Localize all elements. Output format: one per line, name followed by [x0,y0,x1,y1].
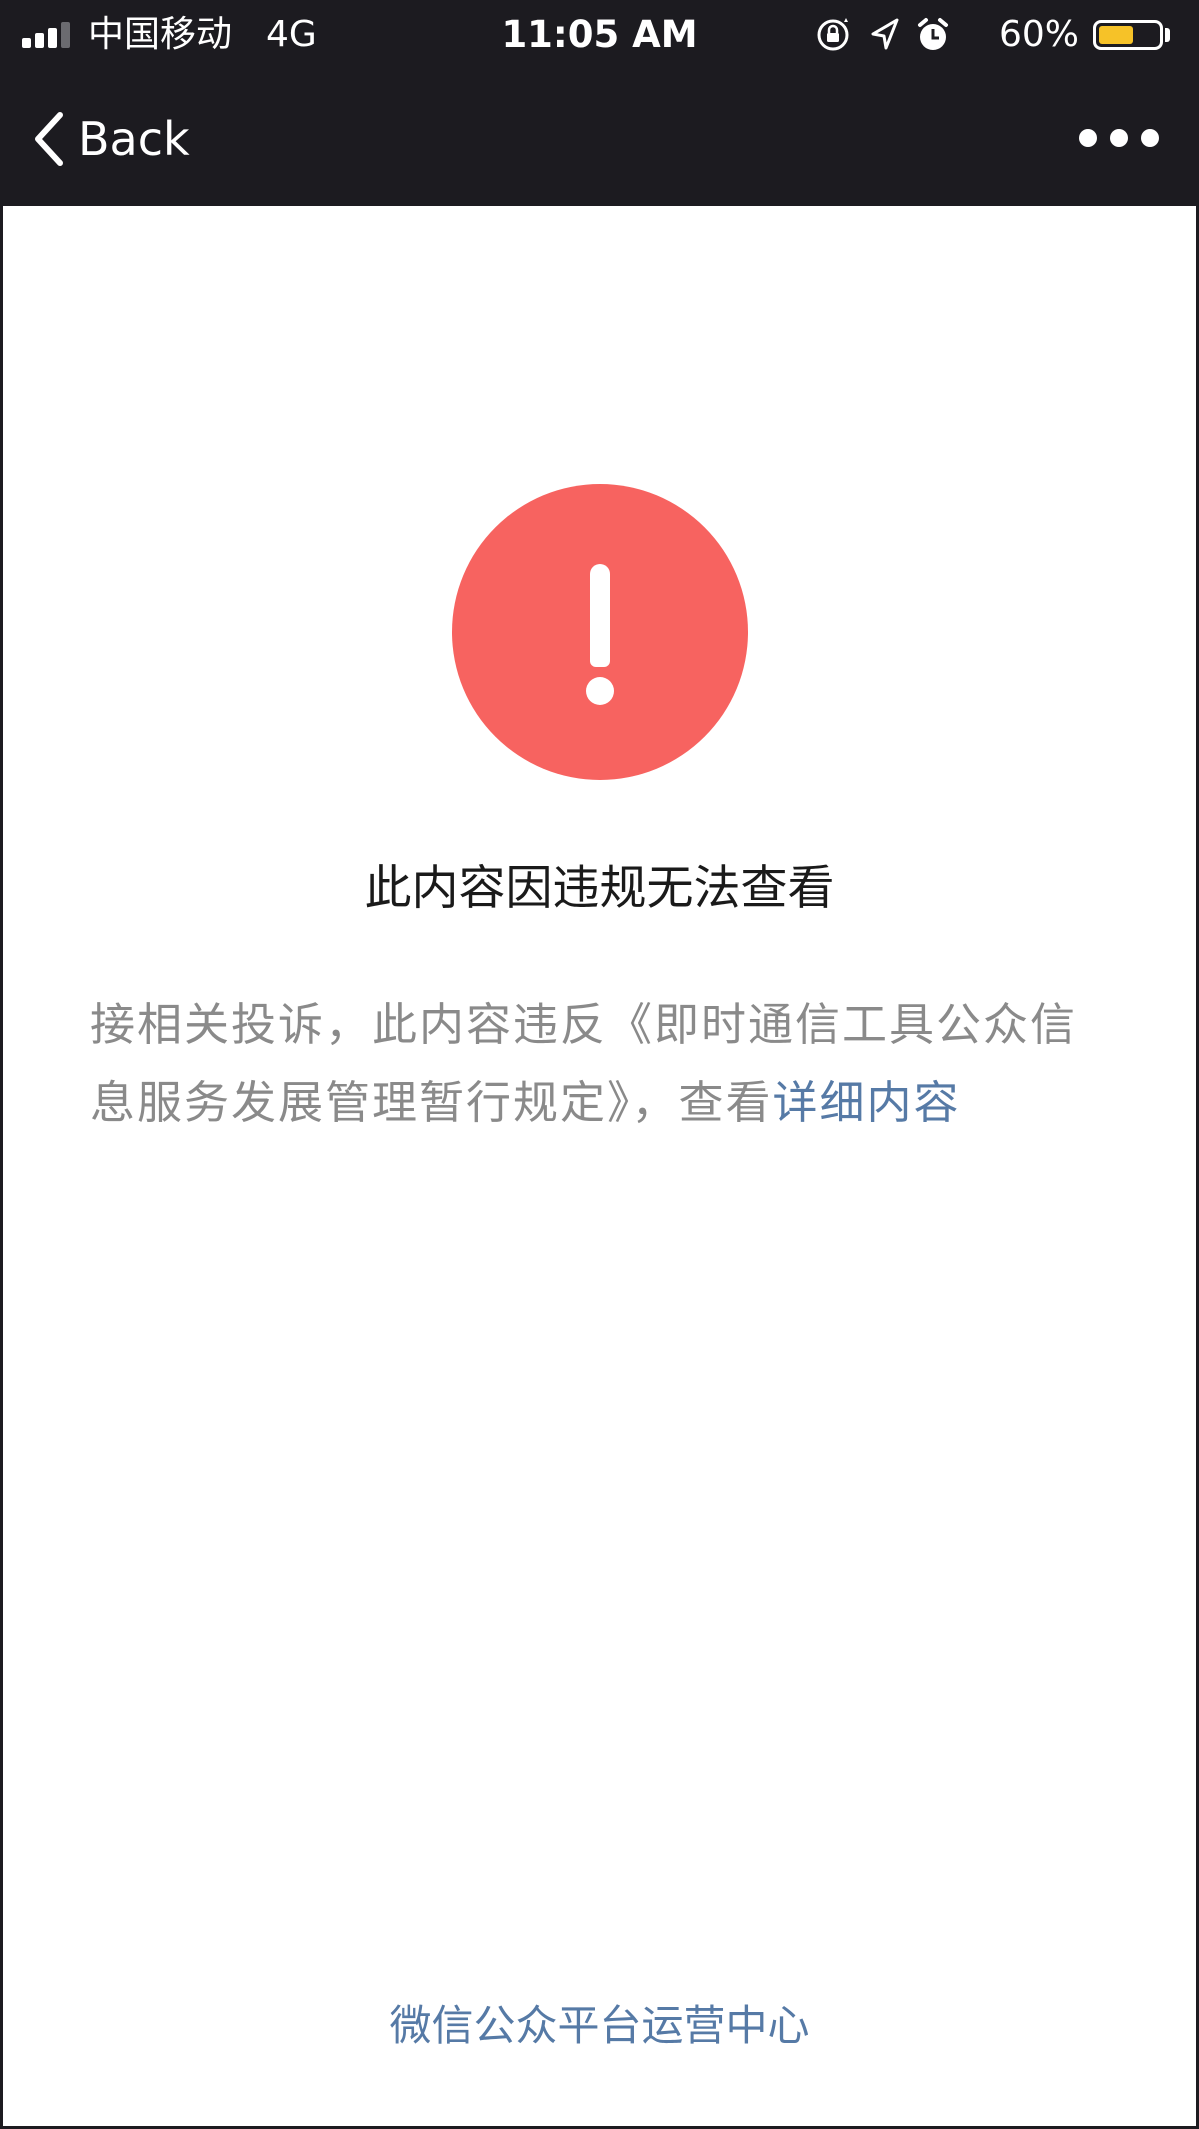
footer-link[interactable]: 微信公众平台运营中心 [0,1996,1199,2056]
location-arrow-icon [871,18,899,50]
back-label: Back [78,112,190,166]
exclamation-bar [590,564,610,667]
status-indicators: 60% [815,12,1175,58]
exclamation-circle-icon [452,484,748,780]
details-link[interactable]: 详细内容 [773,1076,961,1129]
violation-description: 接相关投诉，此内容违反《即时通信工具公众信息服务发展管理暂行规定》，查看详细内容 [90,986,1110,1142]
chevron-left-icon [35,112,63,166]
more-icon[interactable] [1079,118,1159,158]
back-button[interactable]: Back [32,104,190,174]
exclamation-dot [586,677,614,705]
status-bar: 中国移动 4G 11:05 AM 60% [0,0,1199,70]
battery-percent: 60% [998,14,1079,55]
top-bar: 中国移动 4G 11:05 AM 60% Back [0,0,1199,206]
blocked-content-page: 此内容因违规无法查看 接相关投诉，此内容违反《即时通信工具公众信息服务发展管理暂… [0,206,1199,2129]
page-title: 此内容因违规无法查看 [364,861,835,916]
navigation-bar: Back [0,70,1199,206]
battery-tip [1165,28,1170,42]
alarm-icon [918,18,948,50]
orientation-lock-icon [817,18,849,51]
battery-level [1099,26,1133,44]
battery-icon [1093,20,1163,50]
